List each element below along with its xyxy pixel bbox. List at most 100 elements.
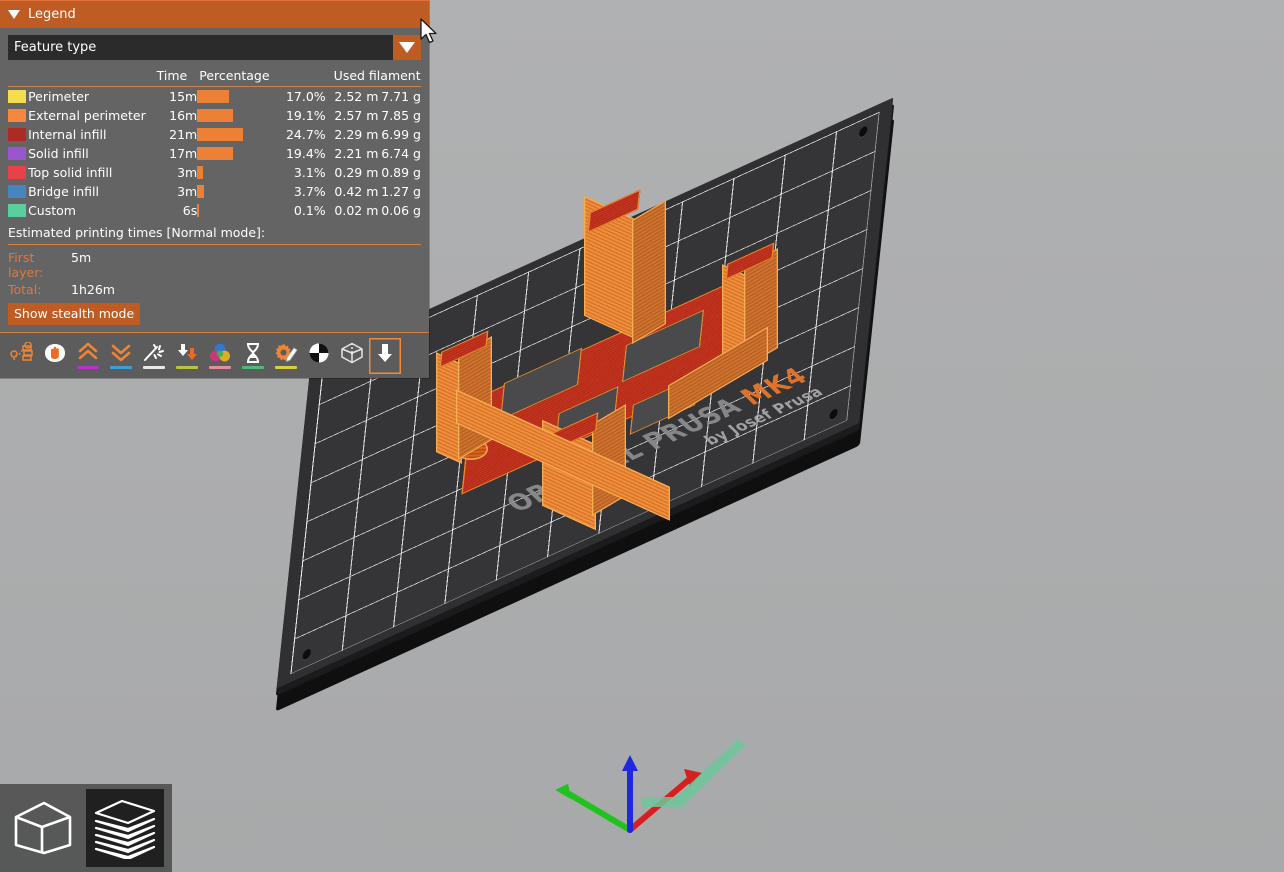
color-changes-tool[interactable] bbox=[204, 338, 236, 374]
tool-underline bbox=[77, 366, 99, 369]
show-stealth-mode-button[interactable]: Show stealth mode bbox=[8, 303, 141, 325]
legend-row[interactable]: Top solid infill 3m 3.1% 0.29 m 0.89 g bbox=[8, 163, 421, 182]
legend-table-header: Time Percentage Used filament bbox=[8, 67, 421, 87]
legend-row-color bbox=[8, 87, 28, 107]
legend-row[interactable]: Internal infill 21m 24.7% 2.29 m 6.99 g bbox=[8, 125, 421, 144]
estimated-times-list: First layer: 5m Total: 1h26m bbox=[8, 245, 421, 298]
deretractions-tool[interactable] bbox=[105, 338, 137, 374]
legend-row-weight: 7.71 g bbox=[381, 89, 421, 104]
custom-gcodes-icon bbox=[273, 342, 299, 364]
legend-row-percent: 17.0% bbox=[285, 89, 326, 104]
estimated-times-label: Estimated printing times [Normal mode]: bbox=[8, 220, 421, 245]
legend-row-name: Bridge infill bbox=[28, 184, 99, 199]
tool-underline bbox=[308, 366, 330, 369]
legend-row-bar bbox=[197, 163, 279, 182]
legend-row-percent: 3.7% bbox=[293, 184, 326, 199]
deretractions-icon bbox=[108, 342, 134, 364]
tool-underline bbox=[242, 366, 264, 369]
travel-paths-tool[interactable] bbox=[6, 338, 38, 374]
axis-indicator bbox=[555, 739, 746, 833]
legend-row-time: 21m bbox=[169, 127, 198, 142]
pause-prints-tool[interactable] bbox=[237, 338, 269, 374]
legend-row-bar bbox=[197, 201, 279, 220]
legend-row-color bbox=[8, 163, 28, 182]
cube-icon bbox=[14, 801, 72, 855]
legend-row-color bbox=[8, 106, 28, 125]
estimated-time-row: Total: 1h26m bbox=[8, 281, 421, 298]
custom-gcodes-tool[interactable] bbox=[270, 338, 302, 374]
column-percentage: Percentage bbox=[197, 67, 326, 87]
legend-row-weight: 6.74 g bbox=[381, 146, 421, 161]
preview-view-button[interactable] bbox=[86, 789, 164, 867]
shells-icon bbox=[306, 342, 332, 364]
legend-row-bar bbox=[197, 144, 279, 163]
tool-underline bbox=[209, 366, 231, 369]
legend-row-length: 2.29 m bbox=[334, 127, 379, 142]
legend-row-length: 0.02 m bbox=[334, 203, 379, 218]
view-type-select[interactable]: Feature type bbox=[8, 35, 421, 60]
legend-row-name: Perimeter bbox=[28, 89, 90, 104]
legend-row[interactable]: Bridge infill 3m 3.7% 0.42 m 1.27 g bbox=[8, 182, 421, 201]
legend-row[interactable]: Custom 6s 0.1% 0.02 m 0.06 g bbox=[8, 201, 421, 220]
estimated-time-value: 5m bbox=[71, 250, 92, 265]
shells-tool[interactable] bbox=[303, 338, 335, 374]
center-view-tool[interactable] bbox=[369, 338, 401, 374]
retractions-tool[interactable] bbox=[39, 338, 71, 374]
wipe-tool[interactable] bbox=[138, 338, 170, 374]
legend-row-color bbox=[8, 125, 28, 144]
legend-row-name: Internal infill bbox=[28, 127, 107, 142]
legend-toolbar[interactable] bbox=[0, 333, 429, 378]
legend-row-time: 17m bbox=[169, 146, 198, 161]
triangle-down-icon[interactable] bbox=[8, 10, 20, 19]
legend-row-name: Custom bbox=[28, 203, 76, 218]
legend-row-bar bbox=[197, 125, 279, 144]
legend-row-percent: 0.1% bbox=[293, 203, 326, 218]
tool-changes-tool[interactable] bbox=[171, 338, 203, 374]
legend-table: Time Percentage Used filament Perimeter 1… bbox=[8, 67, 421, 220]
tool-underline bbox=[275, 366, 297, 369]
legend-row-bar bbox=[197, 182, 279, 201]
legend-row-length: 2.57 m bbox=[334, 108, 379, 123]
model-upright-back-side bbox=[632, 199, 666, 345]
seams-tool[interactable] bbox=[72, 338, 104, 374]
legend-row-time: 6s bbox=[182, 203, 198, 218]
legend-row-time: 3m bbox=[177, 165, 198, 180]
legend-title-bar[interactable]: Legend bbox=[0, 0, 429, 28]
legend-row[interactable]: Perimeter 15m 17.0% 2.52 m 7.71 g bbox=[8, 87, 421, 107]
legend-row-length: 2.21 m bbox=[334, 146, 379, 161]
legend-row-name: Solid infill bbox=[28, 146, 89, 161]
editor-view-button[interactable] bbox=[4, 789, 82, 867]
estimated-time-row: First layer: 5m bbox=[8, 249, 421, 281]
legend-row-weight: 1.27 g bbox=[381, 184, 421, 199]
tool-changes-icon bbox=[174, 342, 200, 364]
legend-row-length: 0.42 m bbox=[334, 184, 379, 199]
legend-row[interactable]: External perimeter 16m 19.1% 2.57 m 7.85 g bbox=[8, 106, 421, 125]
center-view-icon bbox=[372, 342, 398, 364]
retractions-icon bbox=[42, 342, 68, 364]
legend-row-color bbox=[8, 144, 28, 163]
legend-row-color bbox=[8, 182, 28, 201]
axis-z-arrow bbox=[622, 755, 638, 771]
legend-row-percent: 19.4% bbox=[285, 146, 326, 161]
view-type-value: Feature type bbox=[14, 40, 97, 55]
seams-icon bbox=[75, 342, 101, 364]
view-mode-bar[interactable] bbox=[0, 784, 172, 872]
estimated-time-value: 1h26m bbox=[71, 282, 115, 297]
sliced-model-preview[interactable] bbox=[432, 188, 812, 558]
tool-underline bbox=[374, 366, 396, 369]
axis-y bbox=[561, 788, 633, 833]
legend-row-weight: 6.99 g bbox=[381, 127, 421, 142]
tool-underline bbox=[44, 366, 66, 369]
chevron-down-icon[interactable] bbox=[393, 35, 421, 60]
column-time: Time bbox=[156, 67, 198, 87]
legend-title: Legend bbox=[28, 7, 76, 22]
legend-panel[interactable]: Legend Feature type Time Percentage Used… bbox=[0, 0, 429, 378]
column-feature bbox=[8, 67, 157, 87]
tool-underline bbox=[176, 366, 198, 369]
legend-row-weight: 0.06 g bbox=[381, 203, 421, 218]
legend-row-weight: 0.89 g bbox=[381, 165, 421, 180]
legend-row[interactable]: Solid infill 17m 19.4% 2.21 m 6.74 g bbox=[8, 144, 421, 163]
tool-marker-tool[interactable] bbox=[336, 338, 368, 374]
tool-underline bbox=[11, 366, 33, 369]
travel-paths-icon bbox=[9, 342, 35, 364]
